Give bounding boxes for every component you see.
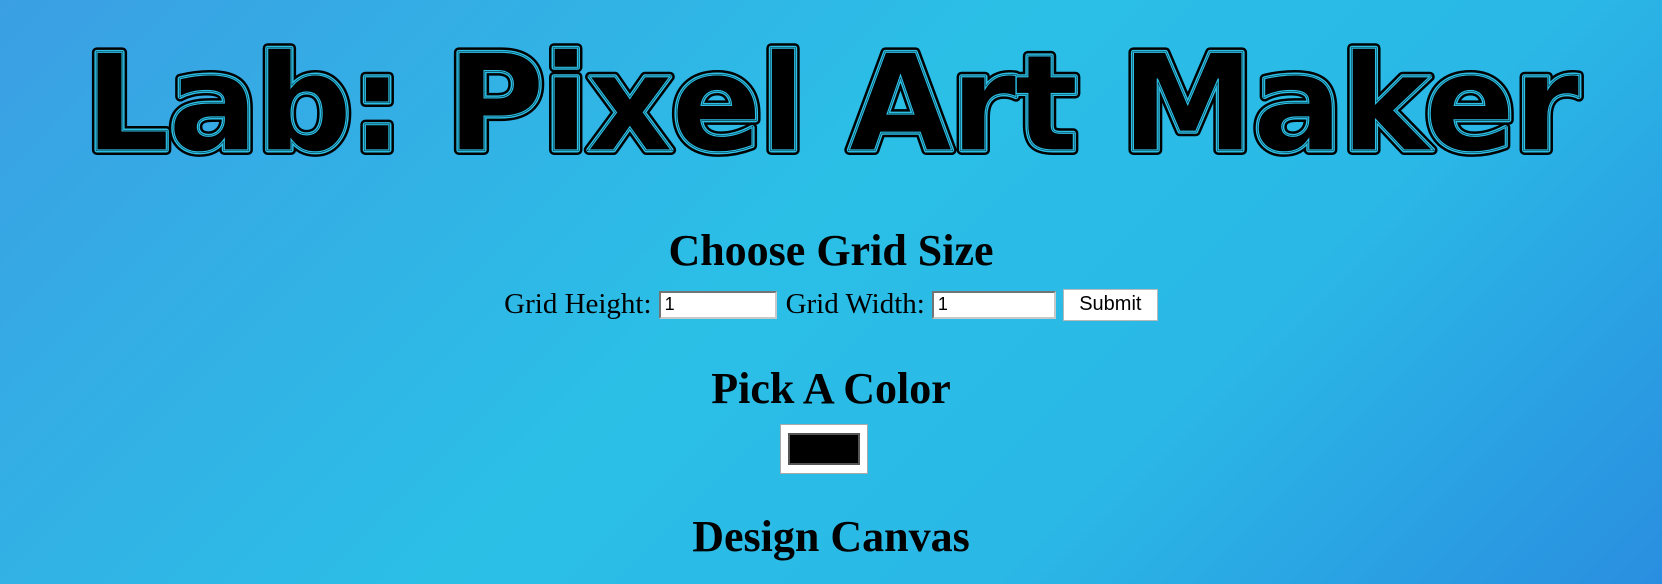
grid-size-form: Grid Height: Grid Width: Submit [0,288,1662,321]
grid-width-label: Grid Width: [785,288,925,320]
page-title-graphic: Lab: Pixel Art Maker Lab: Pixel Art Make… [80,40,1587,170]
page-title: Lab: Pixel Art Maker Lab: Pixel Art Make… [0,40,1662,170]
canvas-section: Design Canvas [0,512,1662,562]
color-picker[interactable] [780,424,868,474]
grid-size-heading: Choose Grid Size [668,226,994,275]
grid-height-input[interactable] [658,290,777,319]
grid-height-label: Grid Height: [504,288,652,320]
color-section: Pick A Color [0,364,1662,414]
color-swatch [788,433,860,465]
page-title-text-stripe-inner: Lab: Pixel Art Maker [85,40,1580,170]
grid-size-section: Choose Grid Size [0,226,1662,276]
submit-button[interactable]: Submit [1062,288,1158,321]
canvas-heading: Design Canvas [692,512,970,561]
color-heading: Pick A Color [711,364,951,413]
grid-width-input[interactable] [931,290,1056,319]
